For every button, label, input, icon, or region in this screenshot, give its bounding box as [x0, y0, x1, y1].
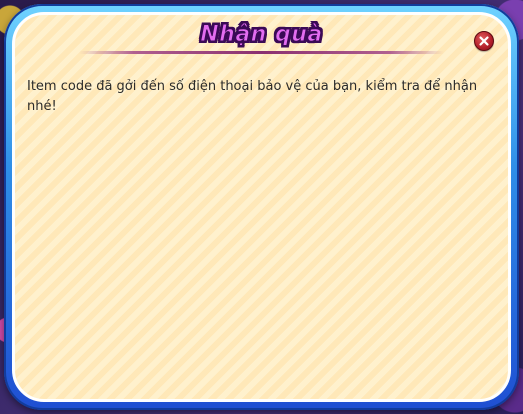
- reward-dialog: Nhận quà Item code đã gởi đến số điện th…: [4, 4, 519, 410]
- close-icon: [479, 36, 489, 46]
- close-button[interactable]: [474, 31, 494, 51]
- dialog-header: Nhận quà: [15, 21, 508, 61]
- title-divider: [79, 51, 444, 54]
- dialog-panel: Nhận quà Item code đã gởi đến số điện th…: [12, 12, 511, 402]
- dialog-title: Nhận quà: [200, 22, 323, 48]
- dialog-message: Item code đã gởi đến số điện thoại bảo v…: [27, 79, 478, 114]
